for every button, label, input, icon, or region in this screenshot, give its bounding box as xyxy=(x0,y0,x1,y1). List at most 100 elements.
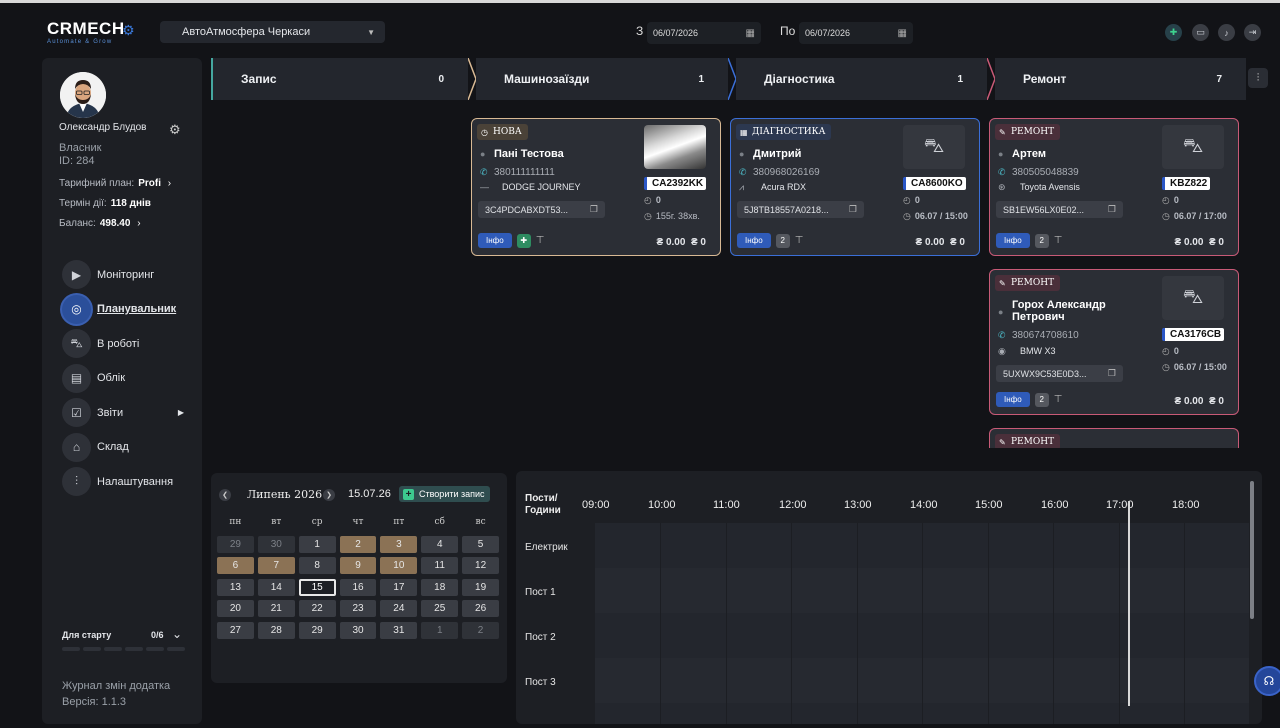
info-button[interactable]: Інфо xyxy=(996,233,1030,248)
sign-icon[interactable]: ⊤ xyxy=(536,235,545,246)
calendar-day[interactable]: 20 xyxy=(217,600,254,617)
calendar-day[interactable]: 16 xyxy=(339,578,377,596)
calendar-day[interactable]: 30 xyxy=(339,621,377,639)
info-button[interactable]: Інфо xyxy=(737,233,771,248)
info-button[interactable]: Інфо xyxy=(478,233,512,248)
calendar-day[interactable]: 28 xyxy=(257,621,295,639)
calendar-day[interactable]: 2 xyxy=(462,621,500,639)
onboarding-toggle[interactable]: Для старту 0/6 ⌄ xyxy=(62,627,187,641)
station-select[interactable]: АвтоАтмосфера Черкаси ▼ xyxy=(160,21,385,43)
calendar-day[interactable]: 23 xyxy=(339,600,377,617)
calendar-day[interactable]: 19 xyxy=(462,578,500,596)
add-icon[interactable]: ✚ xyxy=(1165,24,1182,41)
order-card[interactable]: ✎ РЕМОНТ xyxy=(989,428,1239,448)
menu-item-monitoring[interactable]: ▶ Моніторинг xyxy=(62,260,202,289)
copy-icon[interactable]: ❐ xyxy=(590,204,598,215)
logo[interactable]: CRMECH Automate & Grow ⚙ xyxy=(47,20,137,50)
order-card[interactable]: ◷ НОВА ● Пані Тестова ✆ 380111111111 — DODGE… xyxy=(471,118,721,256)
order-card[interactable]: ✎ РЕМОНТ ● Горох Александр Петрович ✆ 38067… xyxy=(989,269,1239,415)
calendar-day[interactable]: 3 xyxy=(380,535,418,553)
calendar-day[interactable]: 1 xyxy=(421,621,459,639)
calendar-day[interactable]: 10 xyxy=(380,557,418,574)
menu-item-in-work[interactable]: ⛍ В роботі xyxy=(62,329,202,358)
calendar-day[interactable]: 12 xyxy=(462,557,500,574)
calendar-day[interactable]: 1 xyxy=(298,535,336,553)
calendar-icon[interactable]: ▦ xyxy=(898,28,907,39)
client-phone[interactable]: ✆ 380968026169 xyxy=(739,167,820,178)
sign-icon[interactable]: ⊤ xyxy=(795,235,804,246)
copy-icon[interactable]: ❐ xyxy=(1108,204,1116,215)
calendar-day[interactable]: 14 xyxy=(257,578,295,596)
create-record-button[interactable]: + Створити запис xyxy=(399,486,490,502)
support-chat-icon[interactable]: ☊ xyxy=(1254,666,1280,696)
bell-icon[interactable]: ♪ xyxy=(1218,24,1235,41)
avatar[interactable] xyxy=(60,72,106,118)
info-button[interactable]: Інфо xyxy=(996,392,1030,407)
calendar-day[interactable]: 18 xyxy=(421,578,459,596)
column-header-repair[interactable]: Ремонт 7 xyxy=(995,58,1246,100)
prev-month-icon[interactable]: ❮ xyxy=(219,489,231,501)
car-photo[interactable] xyxy=(644,125,706,169)
client-phone[interactable]: ✆ 380505048839 xyxy=(998,167,1079,178)
calendar-day[interactable]: 4 xyxy=(421,535,459,553)
calendar-day[interactable]: 30 xyxy=(257,535,295,553)
timeline-scrollbar[interactable] xyxy=(1250,481,1254,619)
calendar-day[interactable]: 24 xyxy=(380,600,418,617)
settings-gear-icon[interactable]: ⚙ xyxy=(169,122,181,138)
calendar-day[interactable]: 29 xyxy=(298,621,336,639)
date-from-input[interactable]: 06/07/2026 ▦ xyxy=(647,22,761,44)
calendar-day[interactable]: 26 xyxy=(462,600,500,617)
client-phone[interactable]: ✆ 380111111111 xyxy=(480,167,555,178)
order-card[interactable]: ▦ ДІАГНОСТИКА ● Дмитрий ✆ 380968026169 ⩘ Acu… xyxy=(730,118,980,256)
column-header-arrivals[interactable]: Машинозаїзди 1 xyxy=(476,58,728,100)
changelog-link[interactable]: Журнал змін додатка xyxy=(62,678,170,694)
filter-sliders-icon[interactable]: ⫶ xyxy=(1248,68,1268,88)
copy-icon[interactable]: ❐ xyxy=(849,204,857,215)
calendar-day[interactable]: 29 xyxy=(217,535,254,553)
calendar-day[interactable]: 22 xyxy=(298,600,336,617)
calendar-day[interactable]: 27 xyxy=(217,621,254,639)
client-phone[interactable]: ✆ 380674708610 xyxy=(998,330,1079,341)
hryvnia-button[interactable]: 2 xyxy=(775,233,790,248)
hryvnia-button[interactable]: 2 xyxy=(1034,233,1049,248)
hryvnia-button[interactable]: 2 xyxy=(1034,392,1049,407)
copy-icon[interactable]: ❐ xyxy=(1108,368,1116,379)
car-icon[interactable]: ⛍ xyxy=(903,125,965,169)
vin-field[interactable]: SB1EW56LX0E02... ❐ xyxy=(996,201,1123,218)
calendar-day[interactable]: 17 xyxy=(380,578,418,596)
column-header-zapys[interactable]: Запис 0 xyxy=(211,58,468,100)
calendar-day[interactable]: 8 xyxy=(298,557,336,574)
menu-item-planner[interactable]: ◎ Планувальник xyxy=(62,294,202,324)
car-icon[interactable]: ⛍ xyxy=(1162,125,1224,169)
menu-item-settings[interactable]: ⫶ Налаштування xyxy=(62,467,202,496)
calendar-day-selected[interactable]: 15 xyxy=(298,578,336,596)
calendar-day[interactable]: 5 xyxy=(462,535,500,553)
menu-item-reports[interactable]: ☑ Звіти ▶ xyxy=(62,398,202,427)
sign-icon[interactable]: ⊤ xyxy=(1054,235,1063,246)
menu-item-accounting[interactable]: ▤ Облік xyxy=(62,363,202,393)
order-card[interactable]: ✎ РЕМОНТ ● Артем ✆ 380505048839 ⊛ Toyota Ave… xyxy=(989,118,1239,256)
car-icon[interactable]: ⛍ xyxy=(1162,276,1224,320)
calendar-day[interactable]: 31 xyxy=(380,621,418,639)
calendar-day[interactable]: 9 xyxy=(339,557,377,574)
next-month-icon[interactable]: ❯ xyxy=(323,489,335,501)
calendar-day[interactable]: 11 xyxy=(421,557,459,574)
menu-item-warehouse[interactable]: ⌂ Склад xyxy=(62,432,202,462)
vin-field[interactable]: 5UXWX9C53E0D3... ❐ xyxy=(996,365,1123,382)
add-icon[interactable]: ✚ xyxy=(516,233,531,248)
calendar-day[interactable]: 21 xyxy=(257,600,295,617)
date-to-input[interactable]: 06/07/2026 ▦ xyxy=(799,22,913,44)
calendar-icon[interactable]: ▦ xyxy=(746,28,755,39)
logout-icon[interactable]: ⇥ xyxy=(1244,24,1261,41)
calendar-day[interactable]: 25 xyxy=(421,600,459,617)
calendar-day[interactable]: 7 xyxy=(257,557,295,574)
calendar-day[interactable]: 6 xyxy=(217,557,254,574)
balance-line[interactable]: Баланс: 498.40 › xyxy=(59,218,141,229)
timeline-grid[interactable] xyxy=(595,523,1249,724)
inbox-icon[interactable]: ▭ xyxy=(1192,24,1209,41)
plan-line[interactable]: Тарифний план: Profi › xyxy=(59,178,171,189)
calendar-day[interactable]: 13 xyxy=(217,578,254,596)
sign-icon[interactable]: ⊤ xyxy=(1054,394,1063,405)
column-header-diagnostics[interactable]: Діагностика 1 xyxy=(736,58,987,100)
calendar-day[interactable]: 2 xyxy=(339,535,377,553)
